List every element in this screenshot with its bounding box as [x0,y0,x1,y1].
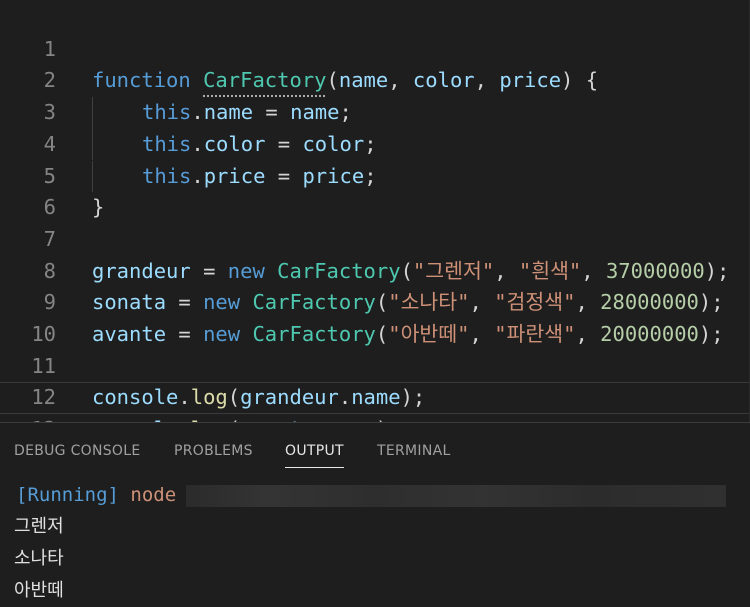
code-line-8[interactable]: 8 sonata = new CarFactory("소나타", "검정색", … [0,224,750,315]
line-number-13: 13 [0,414,56,422]
code-line-2[interactable]: 2 this.name = name; [0,34,750,124]
output-line-2: 소나타 [14,548,64,569]
code-line-7[interactable]: 7 grandeur = new CarFactory("그렌저", "흰색",… [0,192,750,283]
code-line-4[interactable]: 4 this.price = price; [0,97,750,188]
running-command: node [130,484,177,506]
code-line-11[interactable]: 11 console.log(grandeur.name); [0,319,750,410]
output-line-1: 그렌저 [14,516,64,537]
redacted-path [186,484,727,507]
output-line-3: 아반떼 [14,580,64,601]
output-log[interactable]: [Running] node 그렌저 소나타 아반떼 [14,479,736,607]
code-line-1[interactable]: 1 function CarFactory(name, color, price… [0,2,750,93]
code-line-5[interactable]: 5 } [0,129,750,220]
tab-debug-console[interactable]: DEBUG CONSOLE [14,443,141,467]
code-line-9[interactable]: 9 avante = new CarFactory("아반떼", "파란색", … [0,256,750,346]
code-line-12[interactable]: 12 console.log(sonata.name); [0,351,750,422]
code-line-13[interactable]: 13 console.log(avante.name); [0,382,750,422]
bottom-panel: DEBUG CONSOLE PROBLEMS OUTPUT TERMINAL [… [0,422,750,607]
running-tag: [Running] [16,484,119,506]
tab-terminal[interactable]: TERMINAL [377,443,451,467]
code-content-12: console.log(sonata.name); [92,414,401,422]
code-line-3[interactable]: 3 this.color = color; [0,65,750,156]
output-running-line: [Running] node [16,479,736,511]
code-editor[interactable]: 1 function CarFactory(name, color, price… [0,0,750,422]
tab-output[interactable]: OUTPUT [285,443,344,468]
code-line-6[interactable]: 6 [0,161,750,219]
code-line-10[interactable]: 10 [0,287,750,346]
tab-problems[interactable]: PROBLEMS [174,443,253,467]
